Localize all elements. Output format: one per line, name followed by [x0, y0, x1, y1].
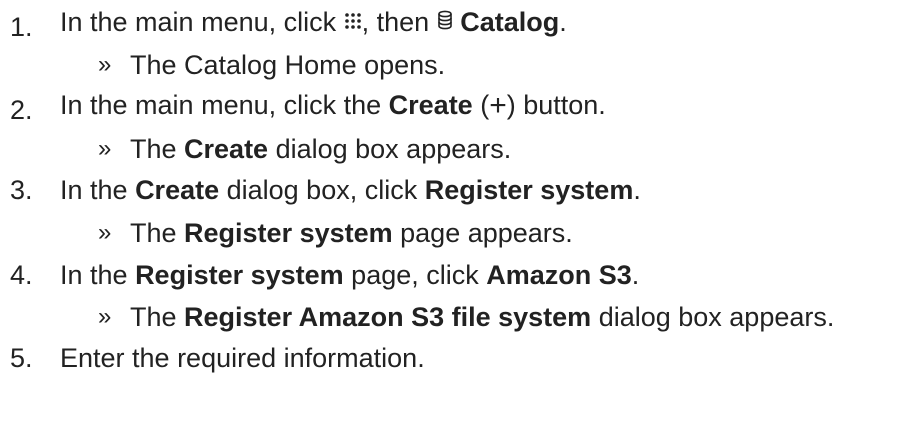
result-arrow: » [98, 51, 112, 78]
result-text-part: page appears. [392, 218, 573, 248]
step-text-part: . [633, 175, 641, 205]
register-system-option: Register system [424, 175, 634, 205]
register-system-page-label: Register system [135, 260, 344, 290]
step-text: In the main menu, click , then Catalog. [60, 2, 567, 44]
result-text-bold: Register system [184, 218, 393, 248]
step-text: In the main menu, click the Create (+) b… [60, 85, 606, 125]
result-text-bold: Create [184, 134, 269, 164]
step-text-part: dialog box, click [219, 175, 425, 205]
step-number: 5. [10, 343, 33, 373]
result-text-bold: Register Amazon S3 file system [184, 302, 592, 332]
result-text: The Catalog Home opens. [130, 50, 446, 80]
database-icon [437, 1, 453, 41]
step-text-part: ) button. [506, 90, 606, 120]
plus-icon: + [489, 89, 507, 122]
create-button-label: Create [388, 90, 473, 120]
result-text-part: dialog box appears. [268, 134, 512, 164]
result-text-part: The [130, 218, 185, 248]
step-text-part: ( [472, 90, 490, 120]
step-text: Enter the required information. [60, 343, 425, 373]
apps-grid-icon [344, 1, 362, 41]
amazon-s3-option: Amazon S3 [486, 260, 632, 290]
result-text-part: dialog box appears. [591, 302, 835, 332]
result-arrow: » [98, 219, 112, 246]
result-text-part: The [130, 134, 185, 164]
step-text-part: page, click [343, 260, 487, 290]
step-number: 3. [10, 175, 33, 205]
step-text-part: In the main menu, click [60, 7, 344, 37]
step-text-part: . [559, 7, 567, 37]
result-text: The Create dialog box appears. [130, 129, 511, 169]
instruction-steps: 1. In the main menu, click , then Catalo… [0, 0, 911, 427]
step-text-part: . [631, 260, 640, 290]
step-number: 2. [10, 95, 33, 125]
step-number: 1. [10, 12, 33, 42]
step-text-part: In the [60, 175, 136, 205]
result-arrow: » [98, 303, 112, 330]
catalog-menu-item: Catalog [460, 7, 560, 37]
create-dialog-label: Create [135, 175, 220, 205]
result-text-part: The [130, 302, 185, 332]
step-text-part: In the [60, 260, 136, 290]
step-text: In the Register system page, click Amazo… [60, 255, 639, 295]
step-text-part: , then [361, 7, 437, 37]
result-text: The Register Amazon S3 file system dialo… [130, 297, 834, 337]
step-text-part: In the main menu, click the [60, 90, 389, 120]
result-text: The Register system page appears. [130, 213, 573, 253]
step-number: 4. [10, 260, 33, 290]
step-text: In the Create dialog box, click Register… [60, 170, 641, 210]
result-arrow: » [98, 135, 112, 162]
